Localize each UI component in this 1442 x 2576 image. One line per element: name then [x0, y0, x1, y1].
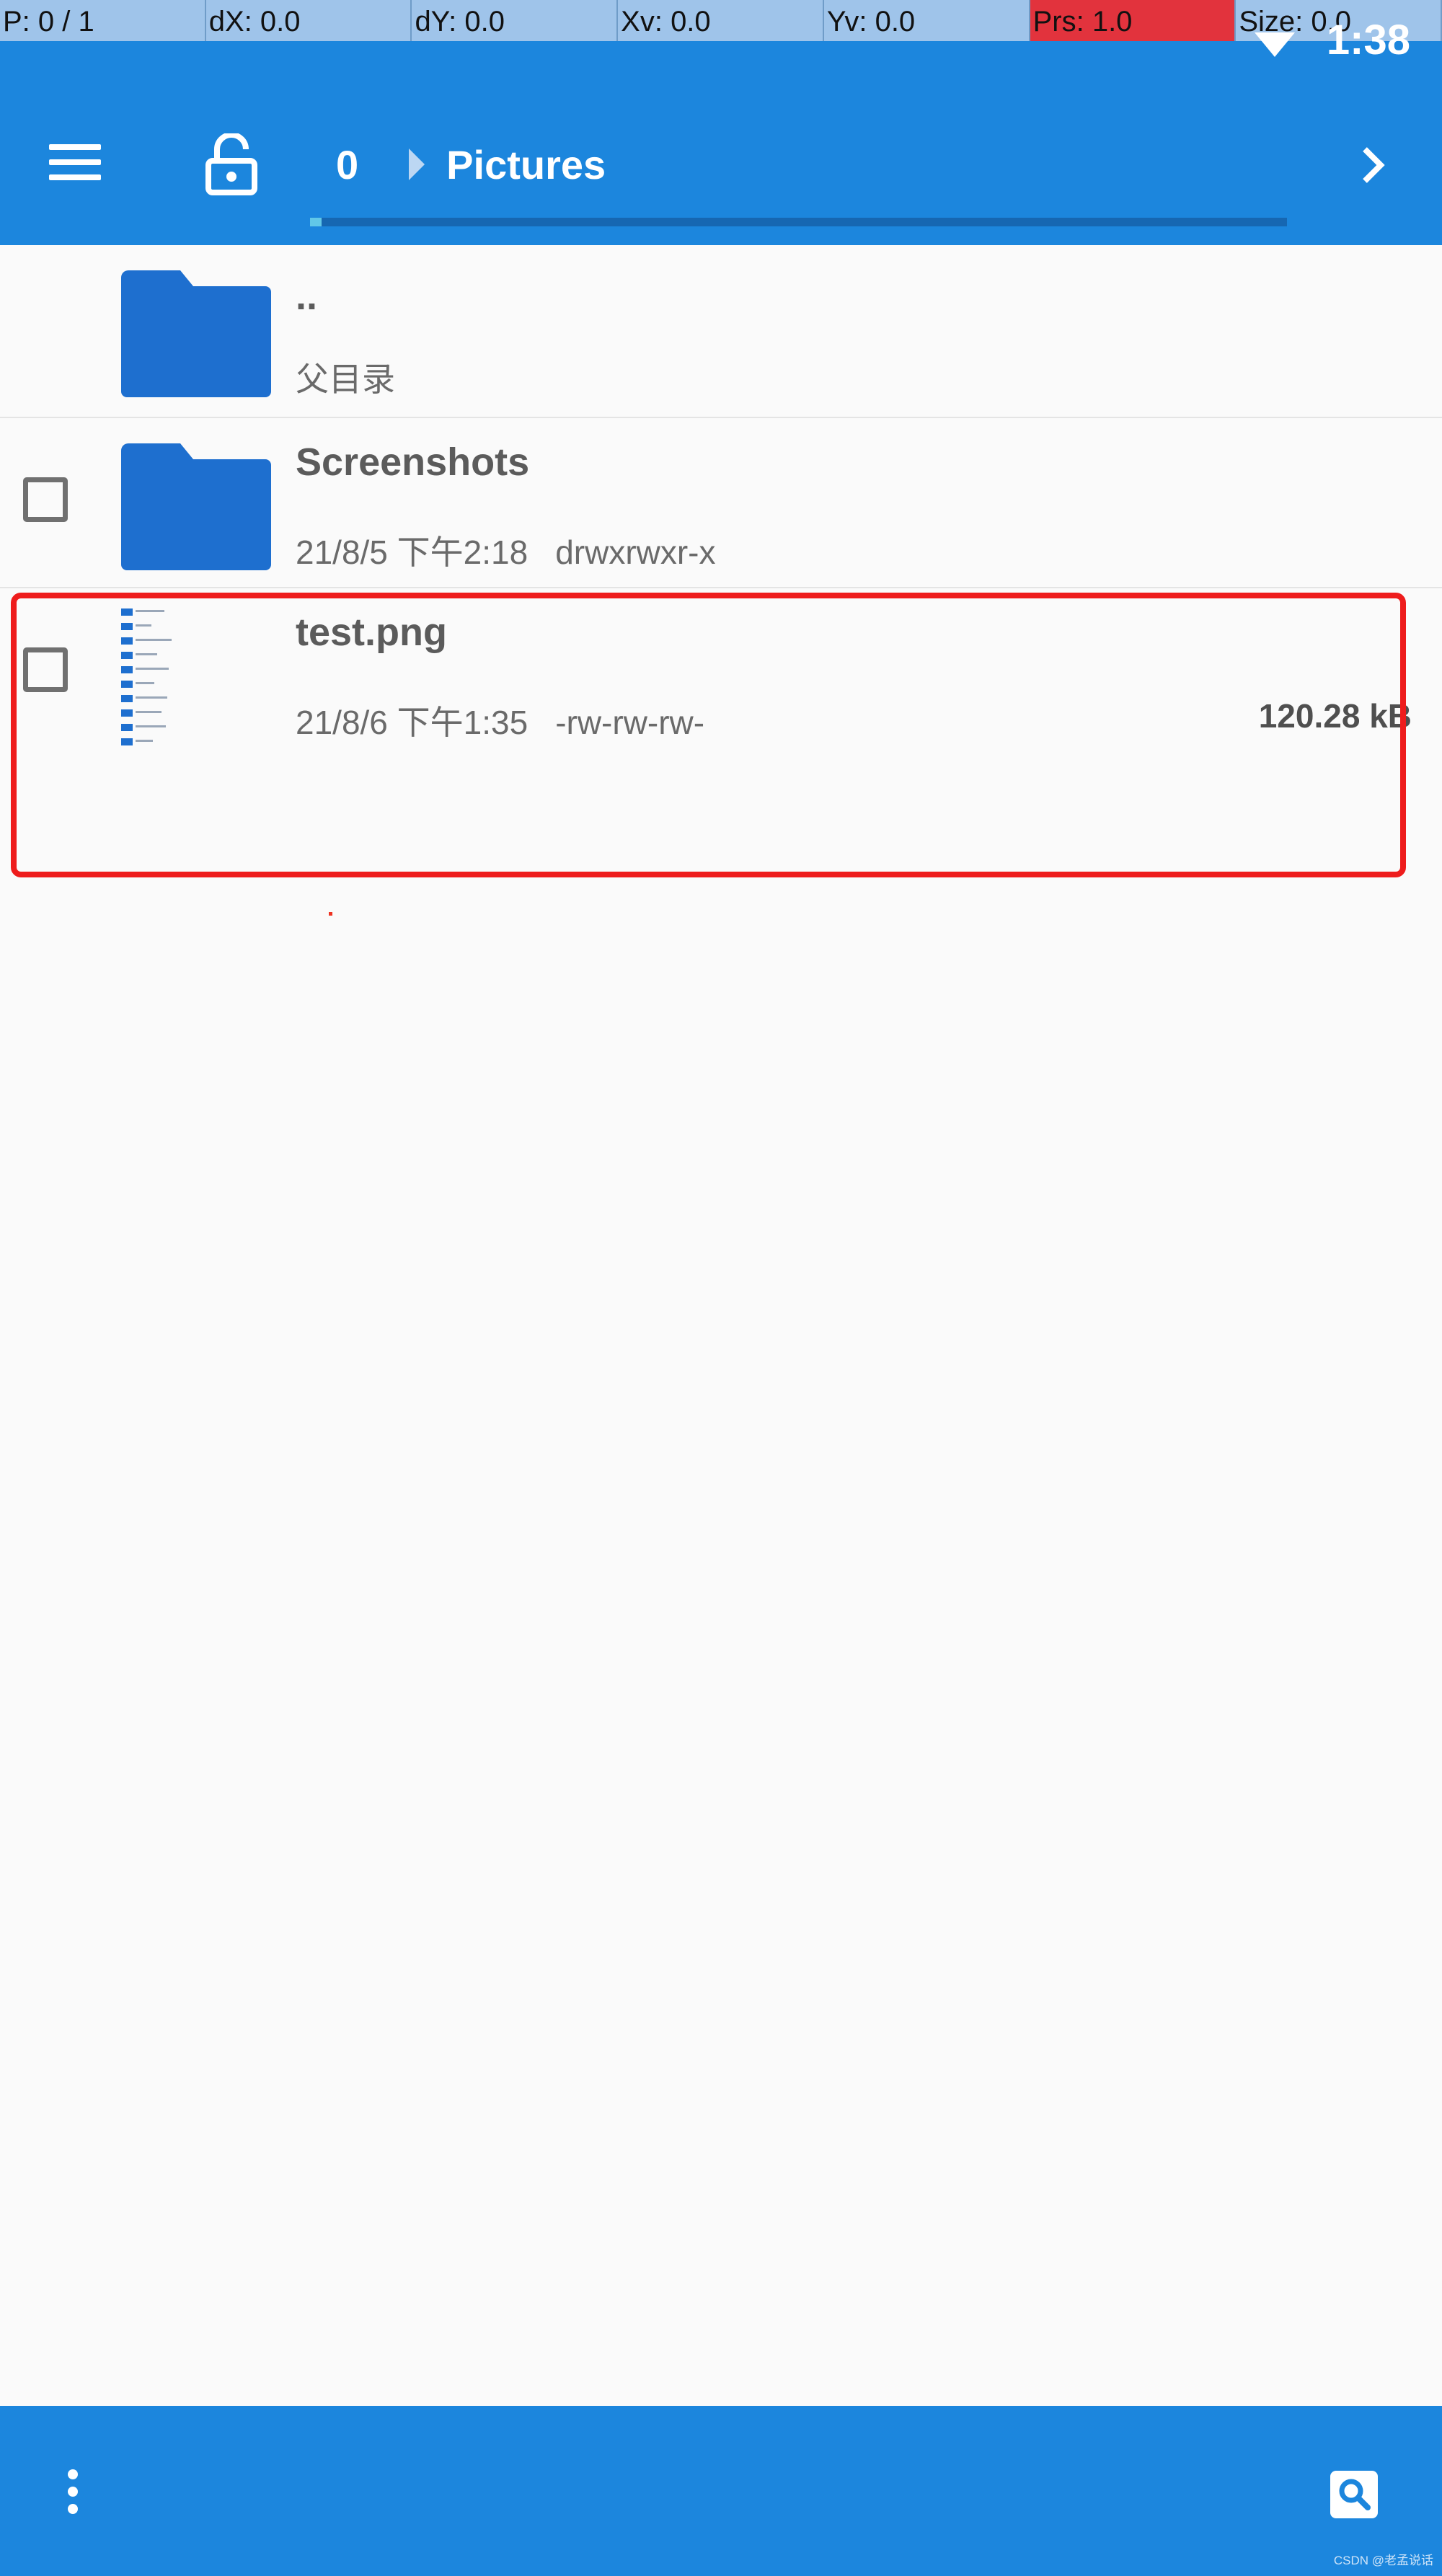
- breadcrumb-current[interactable]: Pictures: [446, 141, 606, 188]
- unlocked-padlock-icon[interactable]: [205, 132, 257, 195]
- status-bar: [0, 41, 1442, 76]
- folder-icon: [121, 270, 271, 397]
- touch-point: [329, 912, 332, 916]
- breadcrumb: 0 Pictures: [336, 139, 606, 190]
- file-permissions: drwxrwxr-x: [555, 534, 716, 571]
- delta-x: dX: 0.0: [206, 0, 412, 41]
- file-meta: 21/8/5 下午2:18 drwxrwxr-x: [296, 526, 716, 574]
- loading-progress: [310, 218, 1287, 226]
- watermark: CSDN @老孟说话: [1333, 2554, 1433, 2567]
- toolbar: 0 Pictures: [0, 76, 1442, 245]
- select-checkbox[interactable]: [23, 477, 68, 522]
- delta-y: dY: 0.0: [412, 0, 619, 41]
- file-name: ..: [296, 275, 318, 318]
- list-item-screenshots[interactable]: Screenshots 21/8/5 下午2:18 drwxrwxr-x: [0, 418, 1442, 588]
- folder-icon: [121, 443, 271, 570]
- bottom-app-bar: CSDN @老孟说话: [0, 2406, 1442, 2576]
- search-icon[interactable]: [1330, 2471, 1378, 2518]
- status-clock: 1:38: [1326, 17, 1410, 63]
- file-date: 21/8/5 下午2:18: [296, 534, 528, 571]
- more-vert-icon[interactable]: [68, 2469, 79, 2515]
- menu-icon[interactable]: [49, 144, 101, 185]
- pointer-location-bar: P: 0 / 1 dX: 0.0 dY: 0.0 Xv: 0.0 Yv: 0.0…: [0, 0, 1442, 41]
- velocity-x: Xv: 0.0: [618, 0, 824, 41]
- file-name: Screenshots: [296, 441, 530, 484]
- pressure: Prs: 1.0: [1030, 0, 1237, 41]
- pointer-count: P: 0 / 1: [0, 0, 206, 41]
- breadcrumb-separator-icon: [409, 149, 425, 180]
- chevron-right-icon[interactable]: [1359, 143, 1388, 187]
- breadcrumb-root[interactable]: 0: [336, 141, 358, 188]
- wifi-icon: [1255, 32, 1295, 57]
- list-item-parent[interactable]: .. 父目录: [0, 245, 1442, 418]
- annotation-highlight-box: [11, 593, 1406, 877]
- velocity-y: Yv: 0.0: [824, 0, 1030, 41]
- file-subtitle: 父目录: [296, 360, 395, 398]
